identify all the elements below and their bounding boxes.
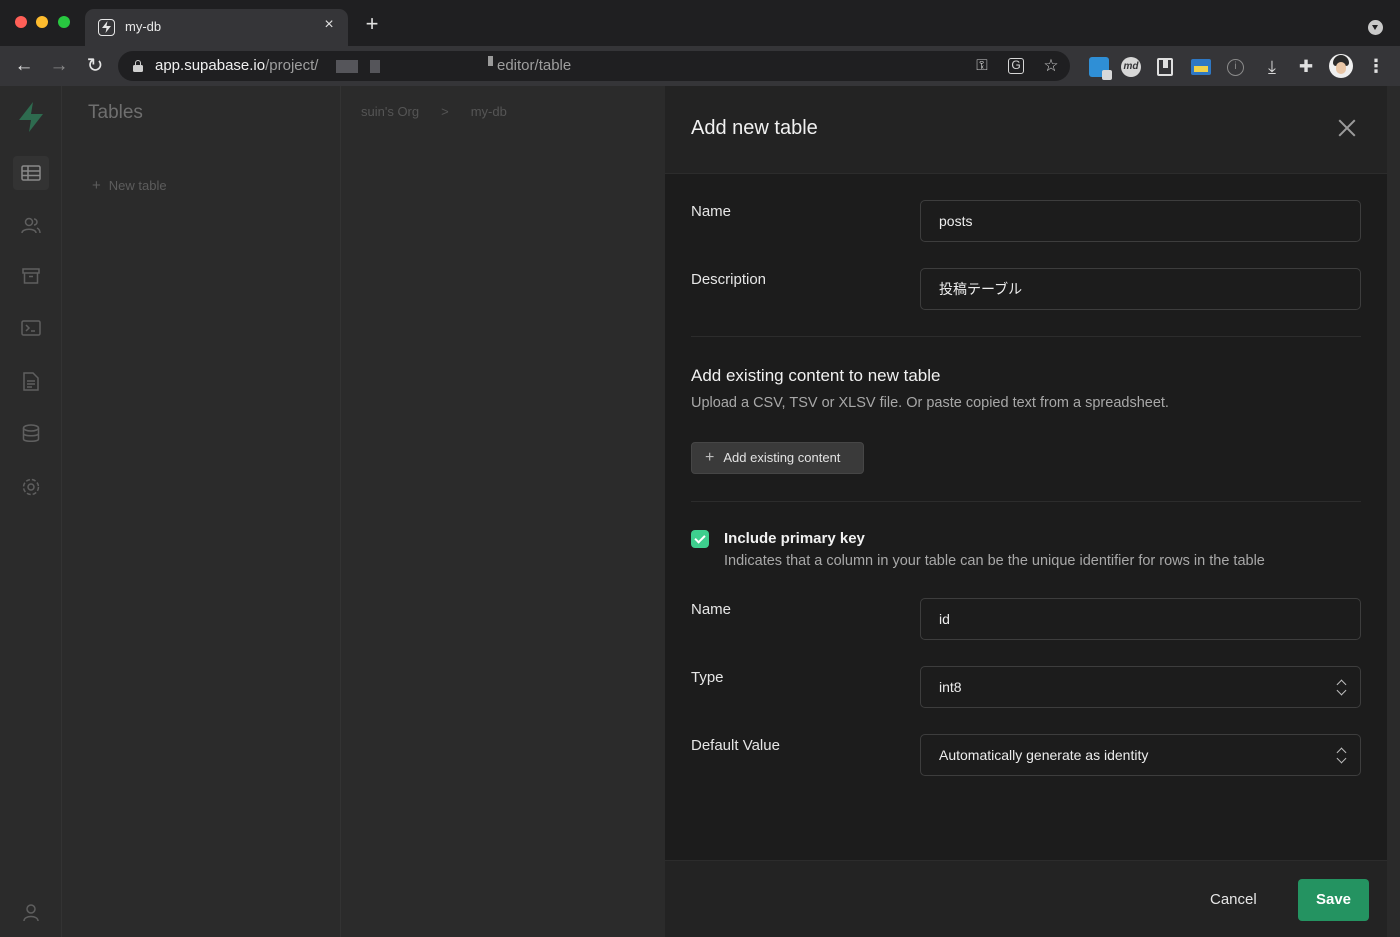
cancel-button[interactable]: Cancel	[1210, 891, 1257, 908]
markdown-extension-icon[interactable]: md	[1121, 57, 1141, 77]
include-primary-key-checkbox[interactable]	[691, 530, 709, 548]
browser-toolbar: ← → ↻ app.supabase.io/project/ editor/ta…	[0, 46, 1400, 86]
include-primary-key-desc: Indicates that a column in your table ca…	[724, 553, 1265, 569]
supabase-logo-icon[interactable]	[17, 102, 45, 132]
download-icon[interactable]: ⤓	[1262, 57, 1282, 77]
users-icon[interactable]	[20, 216, 42, 238]
info-extension-icon[interactable]: i	[1227, 59, 1244, 76]
panel-title: Add new table	[691, 117, 818, 139]
add-existing-content-button[interactable]: + Add existing content	[691, 442, 864, 474]
panel-footer: Cancel Save	[665, 860, 1387, 937]
app-background: Tables + New table suin's Org > my-db	[0, 86, 665, 937]
account-icon[interactable]	[20, 904, 42, 926]
tab-title: my-db	[125, 19, 162, 34]
forward-icon[interactable]: →	[47, 54, 71, 78]
default-value-label: Default Value	[691, 737, 780, 754]
archive-icon[interactable]	[20, 268, 42, 290]
browser-menu-icon[interactable]: ⋮	[1367, 55, 1385, 77]
settings-icon[interactable]	[20, 477, 42, 499]
bookmark-extension-icon[interactable]	[1157, 58, 1173, 76]
pk-name-input[interactable]: id	[920, 598, 1361, 640]
back-icon[interactable]: ←	[12, 54, 36, 78]
url-redaction	[370, 60, 380, 73]
profile-avatar[interactable]	[1329, 54, 1353, 78]
include-primary-key-title: Include primary key	[724, 530, 865, 547]
plus-icon: +	[705, 449, 715, 466]
puzzle-extensions-icon[interactable]: ✚	[1296, 57, 1316, 77]
minimize-window-button[interactable]	[36, 16, 48, 28]
chevron-right-icon: >	[441, 104, 449, 119]
default-value-select[interactable]: Automatically generate as identity	[920, 734, 1361, 776]
address-bar[interactable]: app.supabase.io/project/ editor/table ⚿ …	[118, 51, 1070, 81]
supabase-favicon-icon	[98, 19, 115, 36]
select-arrows-icon	[1337, 747, 1347, 763]
breadcrumb: suin's Org > my-db	[361, 104, 507, 119]
browser-tab[interactable]: my-db ×	[85, 9, 348, 46]
close-window-button[interactable]	[15, 16, 27, 28]
url-redaction	[488, 56, 493, 66]
lock-icon[interactable]	[133, 60, 143, 72]
bookmark-star-icon[interactable]: ☆	[1042, 57, 1060, 75]
name-label: Name	[691, 203, 732, 220]
existing-content-desc: Upload a CSV, TSV or XLSV file. Or paste…	[691, 395, 1169, 411]
extension-icon[interactable]	[1089, 57, 1112, 80]
save-button[interactable]: Save	[1298, 879, 1369, 921]
table-name-input[interactable]: posts	[920, 200, 1361, 242]
add-table-panel: Add new table Name posts Description 投稿テ…	[665, 86, 1387, 937]
plus-icon: +	[92, 177, 101, 194]
breadcrumb-org[interactable]: suin's Org	[361, 104, 419, 119]
tab-search-icon[interactable]	[1368, 20, 1383, 35]
tables-title: Tables	[88, 102, 143, 123]
tab-close-icon[interactable]: ×	[320, 16, 338, 34]
key-icon[interactable]: ⚿	[973, 57, 991, 75]
existing-content-title: Add existing content to new table	[691, 366, 941, 385]
default-value-select-value: Automatically generate as identity	[939, 747, 1149, 763]
browser-window: my-db × + ← → ↻ app.supabase.io/project/…	[0, 0, 1400, 937]
panel-scrollbar[interactable]	[1387, 86, 1400, 937]
pk-name-label: Name	[691, 601, 732, 618]
select-arrows-icon	[1337, 679, 1347, 695]
table-icon[interactable]	[13, 156, 49, 190]
description-label: Description	[691, 271, 767, 288]
extension-icon[interactable]	[1191, 59, 1211, 75]
description-input[interactable]: 投稿テーブル	[920, 268, 1361, 310]
panel-header: Add new table	[665, 86, 1387, 174]
type-label: Type	[691, 669, 724, 686]
maximize-window-button[interactable]	[58, 16, 70, 28]
url-text: app.supabase.io/project/	[155, 57, 319, 74]
url-path: editor/table	[497, 57, 572, 74]
type-select-value: int8	[939, 679, 962, 695]
terminal-icon[interactable]	[20, 320, 42, 342]
divider	[691, 501, 1361, 502]
document-icon[interactable]	[20, 372, 42, 394]
translate-icon[interactable]: G	[1008, 58, 1024, 74]
type-select[interactable]: int8	[920, 666, 1361, 708]
breadcrumb-project[interactable]: my-db	[471, 104, 507, 119]
new-tab-button[interactable]: +	[362, 13, 382, 35]
close-icon[interactable]	[1336, 117, 1358, 139]
database-icon[interactable]	[20, 424, 42, 446]
divider	[691, 336, 1361, 337]
tables-sidebar: Tables + New table	[62, 86, 341, 937]
nav-rail	[0, 86, 62, 937]
new-table-button[interactable]: + New table	[92, 177, 167, 194]
url-redaction	[336, 60, 358, 73]
tab-strip: my-db × +	[0, 0, 1400, 46]
reload-icon[interactable]: ↻	[83, 54, 107, 78]
